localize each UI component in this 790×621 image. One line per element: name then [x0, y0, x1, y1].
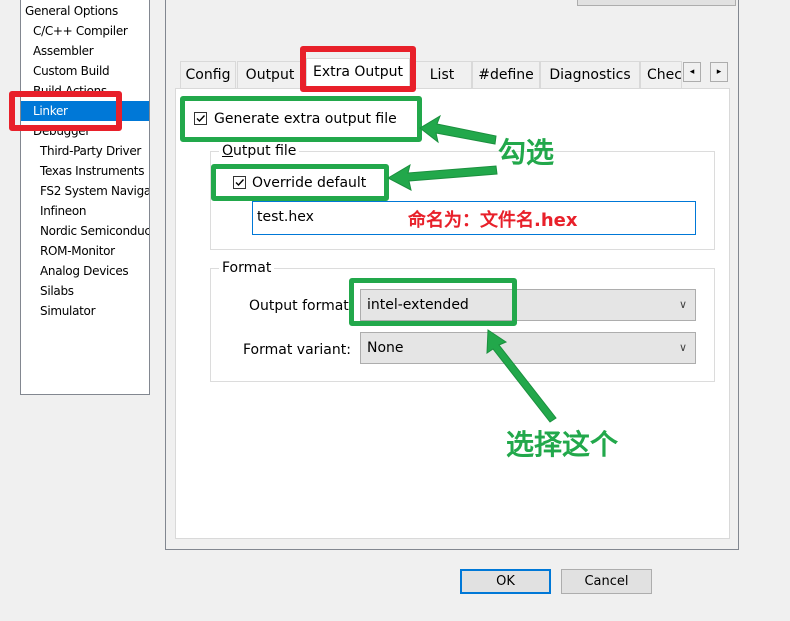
annotation-name-note: 命名为：文件名.hex	[408, 210, 578, 231]
arrow-to-output-format	[486, 329, 557, 423]
annotation-arrows	[386, 114, 557, 423]
arrow-to-generate-checkbox	[419, 114, 497, 145]
annotation-check-note: 勾选	[498, 136, 555, 169]
arrow-to-override-checkbox	[386, 163, 498, 191]
annotation-select-note: 选择这个	[506, 428, 619, 461]
